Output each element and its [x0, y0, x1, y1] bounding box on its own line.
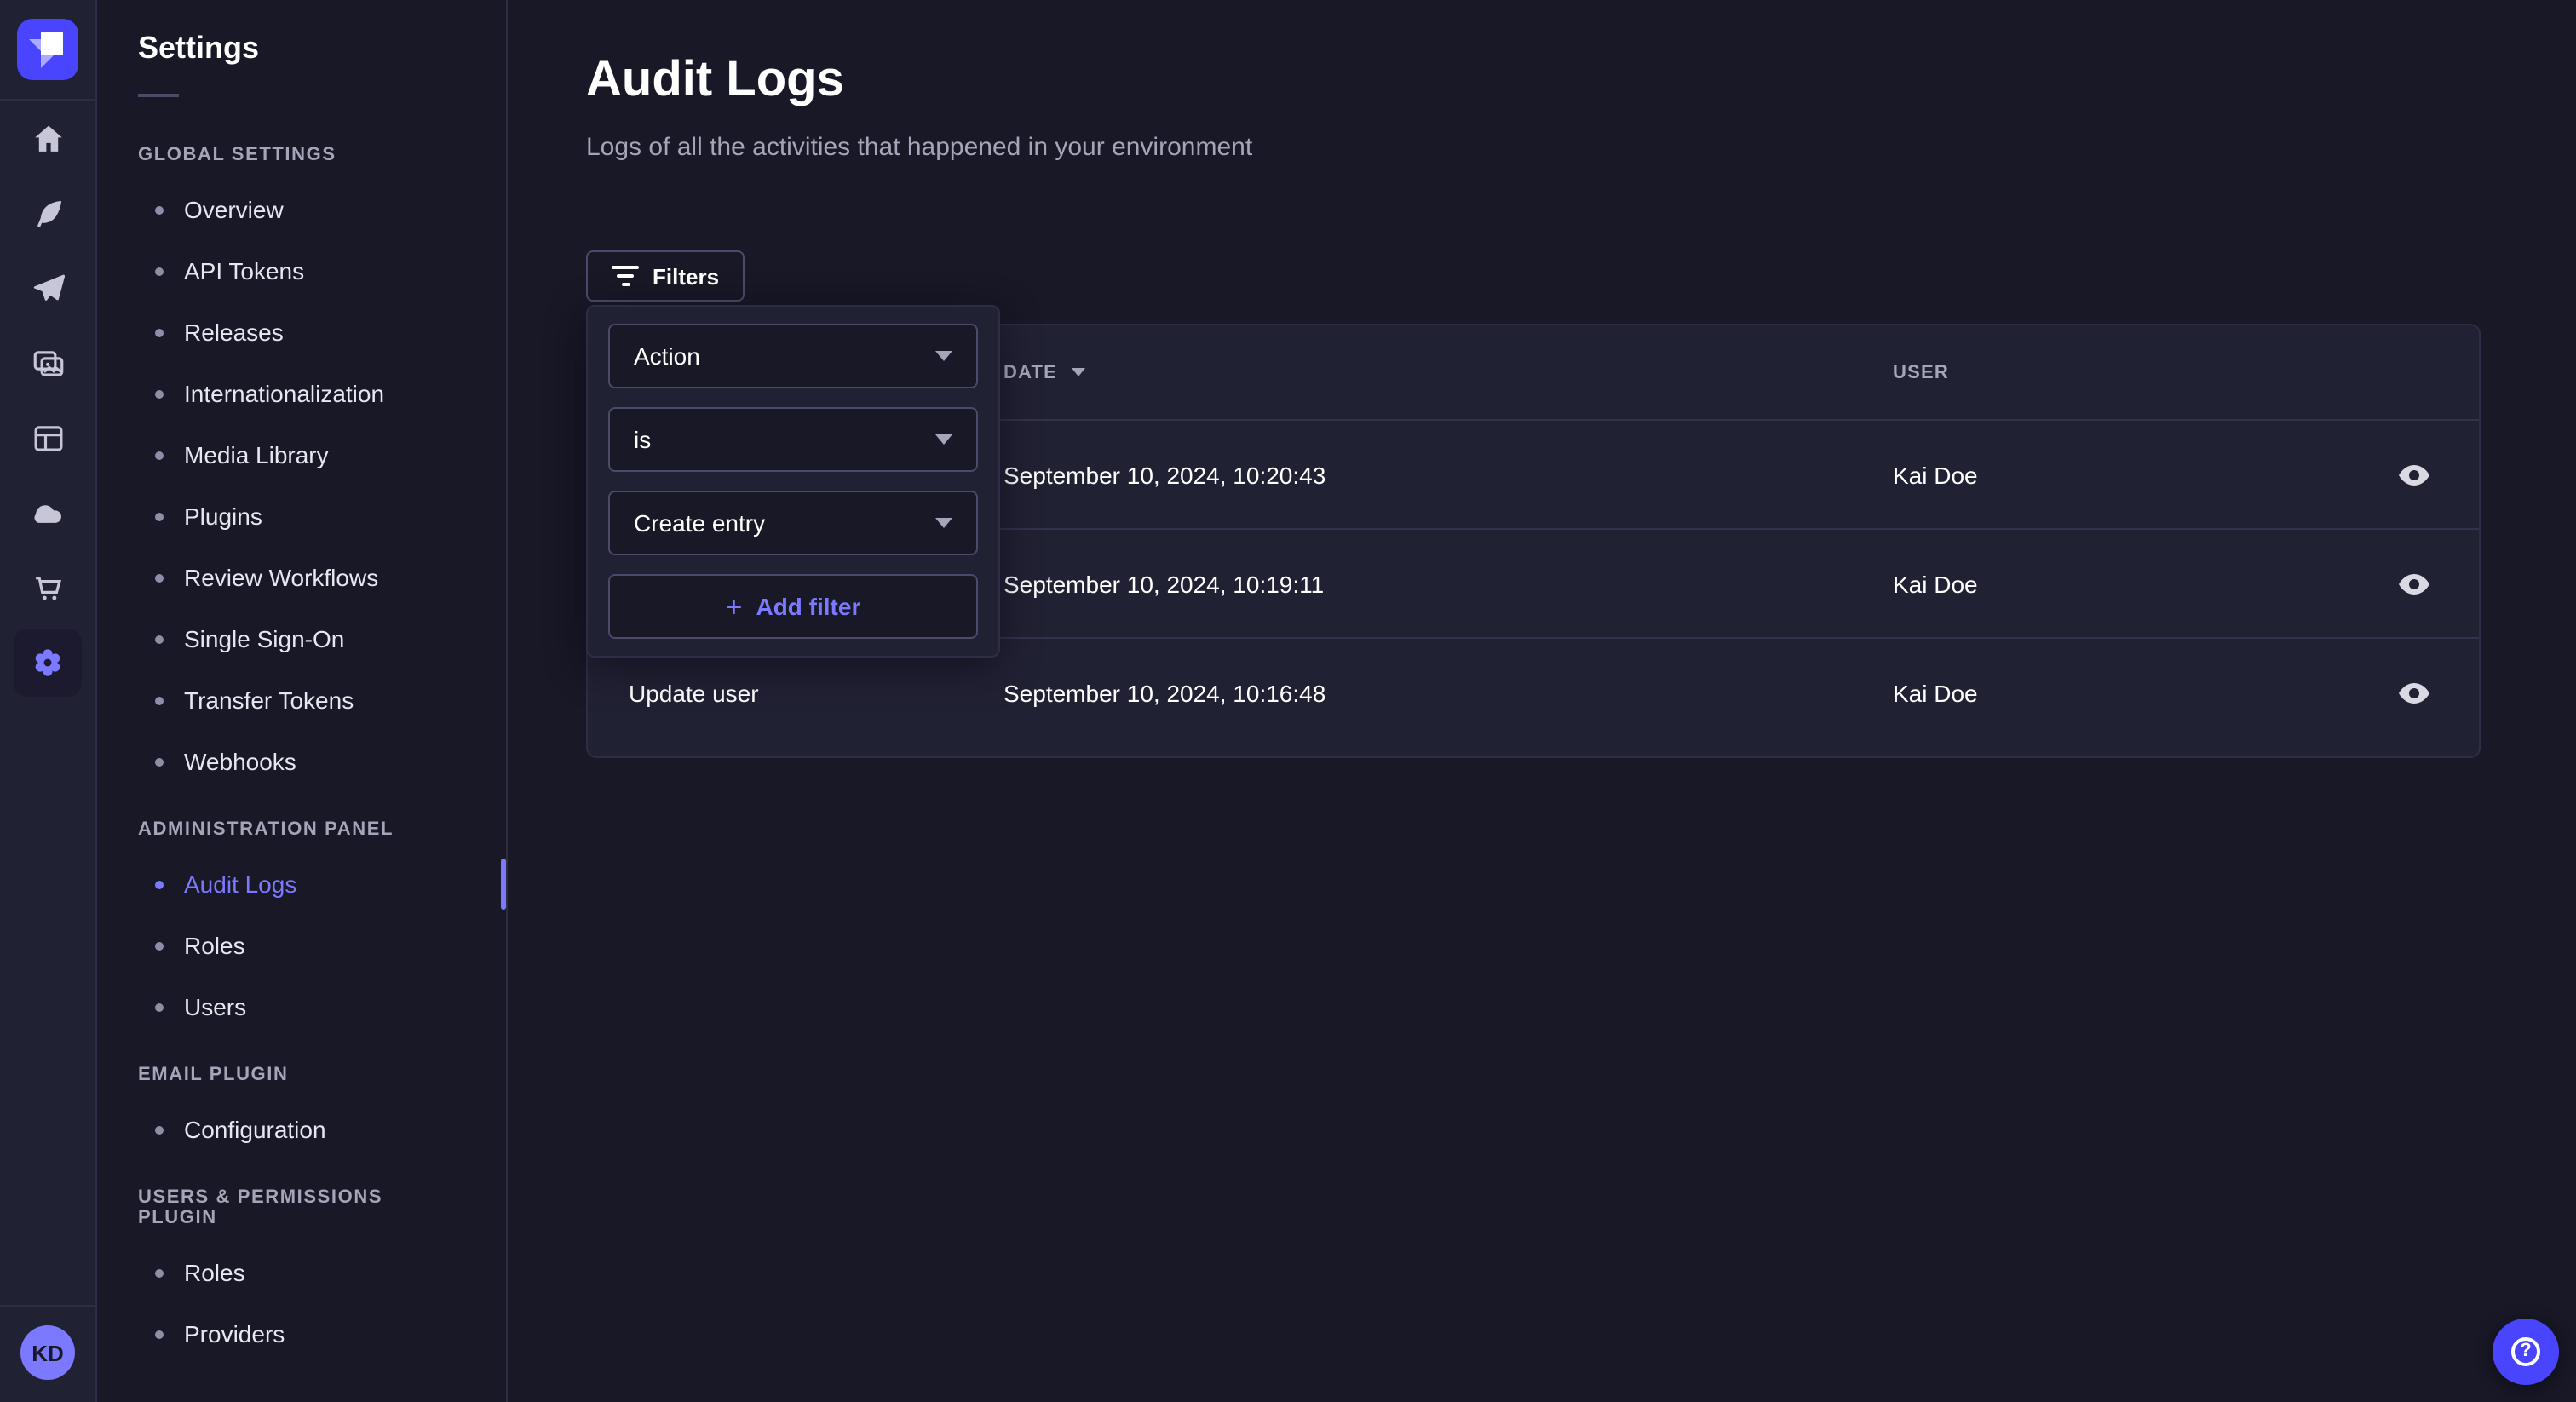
cart-icon — [30, 570, 66, 606]
sidebar-item-media-library[interactable]: Media Library — [97, 424, 506, 486]
strapi-logo[interactable] — [17, 19, 78, 80]
bullet-icon — [155, 512, 164, 520]
main-nav-deploy[interactable] — [14, 479, 82, 547]
view-log-button[interactable] — [2383, 662, 2445, 723]
sidebar-item-api-tokens[interactable]: API Tokens — [97, 240, 506, 302]
sidebar-item-audit-logs[interactable]: Audit Logs — [97, 853, 506, 915]
filter-value-select[interactable]: Create entry — [608, 491, 978, 555]
filter-popover: Action is Create entry + Add filter — [586, 305, 1000, 658]
eye-icon — [2399, 464, 2429, 485]
bullet-icon — [155, 451, 164, 459]
filter-operator-select[interactable]: is — [608, 407, 978, 472]
main-nav-settings[interactable] — [14, 629, 82, 697]
rail-divider — [0, 99, 96, 101]
sidebar-item-transfer-tokens[interactable]: Transfer Tokens — [97, 669, 506, 731]
filter-icon — [612, 266, 639, 286]
section-label-global-settings: GLOBAL SETTINGS — [97, 118, 506, 179]
eye-icon — [2399, 682, 2429, 703]
bullet-icon — [155, 941, 164, 950]
sidebar-item-review-workflows[interactable]: Review Workflows — [97, 547, 506, 608]
view-log-button[interactable] — [2383, 444, 2445, 505]
section-label-users-permissions-plugin: USERS & PERMISSIONS PLUGIN — [97, 1160, 506, 1242]
section-label-email-plugin: EMAIL PLUGIN — [97, 1037, 506, 1099]
filters-button[interactable]: Filters — [586, 250, 745, 302]
sidebar-item-configuration[interactable]: Configuration — [97, 1099, 506, 1160]
cell-action: Update user — [629, 679, 1003, 706]
add-filter-button[interactable]: + Add filter — [608, 574, 978, 639]
home-icon — [30, 120, 66, 156]
settings-nav: GLOBAL SETTINGS Overview API Tokens Rele… — [97, 97, 506, 1365]
cell-date: September 10, 2024, 10:16:48 — [1003, 679, 1893, 706]
view-log-button[interactable] — [2383, 553, 2445, 614]
chevron-down-icon — [935, 434, 952, 445]
cloud-icon — [29, 494, 66, 531]
cell-date: September 10, 2024, 10:20:43 — [1003, 461, 1893, 488]
chevron-down-icon — [935, 518, 952, 528]
sidebar-item-releases[interactable]: Releases — [97, 302, 506, 363]
rail-bottom-divider — [0, 1305, 96, 1307]
main-nav-rail: KD — [0, 0, 97, 1402]
sidebar-item-users[interactable]: Users — [97, 976, 506, 1037]
filters-area: Filters Action is Create entry + Add fi — [586, 247, 2481, 298]
paper-plane-icon — [30, 270, 66, 306]
main-nav-media-library[interactable] — [14, 329, 82, 397]
cell-user: Kai Doe — [1893, 461, 2343, 488]
sidebar-title: Settings — [97, 0, 506, 66]
main-nav-marketplace[interactable] — [14, 554, 82, 622]
filter-field-select[interactable]: Action — [608, 324, 978, 388]
main-nav-content[interactable] — [14, 179, 82, 247]
bullet-icon — [155, 635, 164, 643]
main-nav-home[interactable] — [14, 104, 82, 172]
rail-nav — [14, 104, 82, 697]
bullet-icon — [155, 1268, 164, 1277]
bullet-icon — [155, 205, 164, 214]
bullet-icon — [155, 880, 164, 888]
column-header-date[interactable]: DATE — [1003, 362, 1893, 382]
sidebar-item-single-sign-on[interactable]: Single Sign-On — [97, 608, 506, 669]
settings-sidebar: Settings GLOBAL SETTINGS Overview API To… — [97, 0, 508, 1402]
cell-user: Kai Doe — [1893, 679, 2343, 706]
question-mark-icon: ? — [2511, 1337, 2540, 1366]
sidebar-item-webhooks[interactable]: Webhooks — [97, 731, 506, 792]
sidebar-item-internationalization[interactable]: Internationalization — [97, 363, 506, 424]
bullet-icon — [155, 573, 164, 582]
media-library-icon — [30, 345, 66, 381]
bullet-icon — [155, 696, 164, 704]
eye-icon — [2399, 573, 2429, 594]
plus-icon: + — [726, 592, 743, 621]
main-nav-releases[interactable] — [14, 254, 82, 322]
bullet-icon — [155, 328, 164, 336]
user-avatar[interactable]: KD — [20, 1325, 75, 1380]
chevron-down-icon — [935, 351, 952, 361]
help-button[interactable]: ? — [2493, 1319, 2559, 1385]
gear-icon — [29, 644, 66, 681]
sidebar-item-roles-up[interactable]: Roles — [97, 1242, 506, 1303]
layout-icon — [30, 420, 66, 456]
bullet-icon — [155, 757, 164, 766]
bullet-icon — [155, 1330, 164, 1338]
bullet-icon — [155, 389, 164, 398]
sidebar-item-roles-admin[interactable]: Roles — [97, 915, 506, 976]
section-label-administration-panel: ADMINISTRATION PANEL — [97, 792, 506, 853]
main-content: Audit Logs Logs of all the activities th… — [508, 0, 2576, 1402]
column-header-user: USER — [1893, 362, 2343, 382]
cell-user: Kai Doe — [1893, 570, 2343, 597]
app-window: KD Settings GLOBAL SETTINGS Overview API… — [0, 0, 2576, 1402]
sort-desc-icon — [1071, 368, 1084, 376]
bullet-icon — [155, 1125, 164, 1134]
page-title: Audit Logs — [586, 48, 2481, 112]
sidebar-item-overview[interactable]: Overview — [97, 179, 506, 240]
bullet-icon — [155, 267, 164, 275]
cell-date: September 10, 2024, 10:19:11 — [1003, 570, 1893, 597]
main-nav-content-type-builder[interactable] — [14, 404, 82, 472]
feather-icon — [30, 195, 66, 231]
sidebar-item-plugins[interactable]: Plugins — [97, 486, 506, 547]
page-subtitle: Logs of all the activities that happened… — [586, 129, 2481, 165]
sidebar-item-providers[interactable]: Providers — [97, 1303, 506, 1365]
bullet-icon — [155, 1003, 164, 1011]
